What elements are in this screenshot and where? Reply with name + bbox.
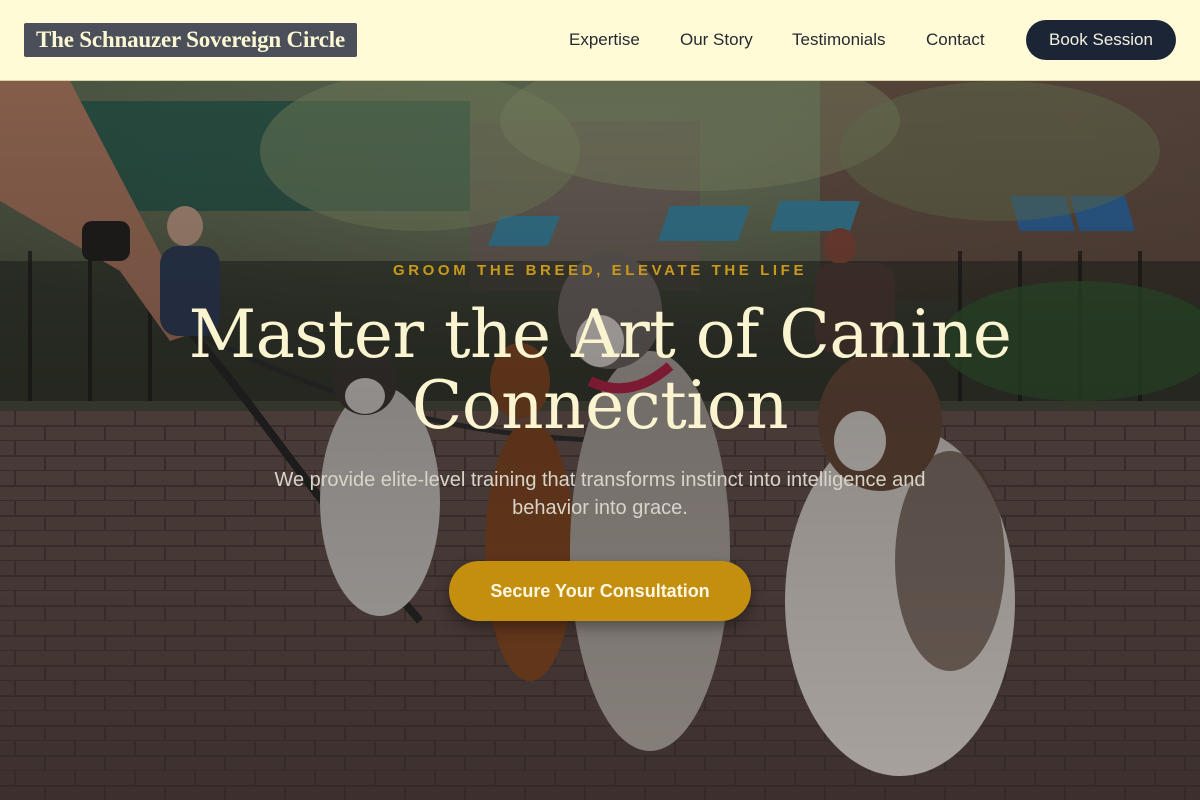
brand-logo[interactable]: The Schnauzer Sovereign Circle xyxy=(24,23,357,57)
hero-headline: Master the Art of Canine Connection xyxy=(188,296,1012,444)
nav-link-our-story[interactable]: Our Story xyxy=(680,30,753,50)
hero-eyebrow: GROOM THE BREED, ELEVATE THE LIFE xyxy=(392,262,808,279)
hero-section: GROOM THE BREED, ELEVATE THE LIFE Master… xyxy=(0,81,1200,800)
nav-link-expertise[interactable]: Expertise xyxy=(569,30,640,50)
hero-content: GROOM THE BREED, ELEVATE THE LIFE Master… xyxy=(0,81,1200,800)
nav-link-testimonials[interactable]: Testimonials xyxy=(792,30,886,50)
nav-link-contact[interactable]: Contact xyxy=(926,30,985,50)
book-session-button[interactable]: Book Session xyxy=(1026,20,1176,60)
site-header: The Schnauzer Sovereign Circle Expertise… xyxy=(0,0,1200,81)
secure-consultation-button[interactable]: Secure Your Consultation xyxy=(449,561,751,621)
hero-subtext: We provide elite-level training that tra… xyxy=(274,469,926,519)
